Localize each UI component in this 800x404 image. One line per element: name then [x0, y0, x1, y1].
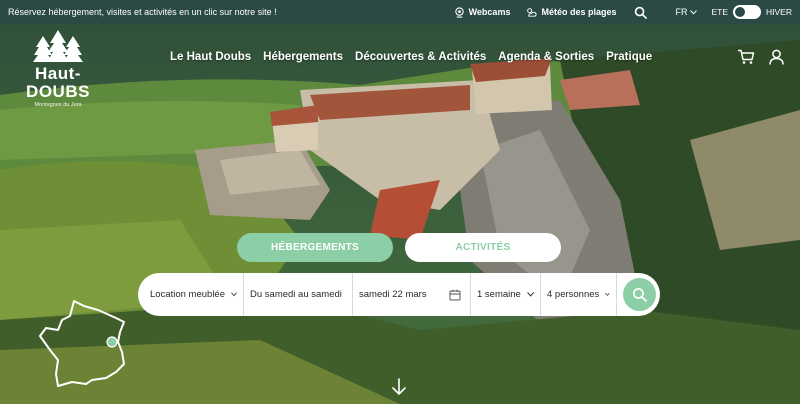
- tab-hebergements[interactable]: HÉBERGEMENTS: [237, 233, 393, 262]
- site-logo[interactable]: Haut-DOUBS Montagnes du Jura: [12, 30, 104, 108]
- period-value: Du samedi au samedi: [250, 289, 342, 300]
- logo-tagline: Montagnes du Jura: [34, 102, 82, 108]
- nav-item-hebergements[interactable]: Hébergements: [263, 51, 343, 63]
- logo-brand: Haut-DOUBS: [26, 64, 90, 101]
- guests-value: 4 personnes: [547, 289, 600, 300]
- nav-item-le-haut-doubs[interactable]: Le Haut Doubs: [170, 51, 251, 63]
- webcams-label: Webcams: [468, 7, 511, 17]
- accommodation-type-select[interactable]: Location meublée: [144, 273, 244, 316]
- season-summer-label: ETE: [711, 7, 729, 17]
- trees-logo-icon: [33, 30, 83, 62]
- weather-icon: [527, 7, 537, 17]
- language-select[interactable]: FR: [675, 7, 698, 17]
- chevron-down-icon: [526, 292, 534, 297]
- booking-search-bar: Location meublée Du samedi au samedi sam…: [138, 273, 660, 316]
- nav-item-decouvertes[interactable]: Découvertes & Activités: [355, 51, 486, 63]
- user-icon[interactable]: [769, 49, 784, 65]
- chevron-down-icon: [342, 291, 348, 298]
- france-map-icon: [39, 300, 125, 387]
- toggle-knob: [735, 7, 746, 17]
- search-icon: [632, 287, 647, 302]
- season-switch[interactable]: ETE HIVER: [711, 5, 792, 19]
- cart-icon[interactable]: [737, 49, 755, 65]
- duration-select[interactable]: 1 semaine: [471, 273, 541, 316]
- search-icon[interactable]: [634, 6, 648, 19]
- accommodation-type-value: Location meublée: [150, 289, 225, 300]
- nav-item-agenda[interactable]: Agenda & Sorties: [498, 51, 594, 63]
- guests-select[interactable]: 4 personnes: [541, 273, 617, 316]
- chevron-down-icon: [231, 292, 237, 297]
- search-submit-button[interactable]: [623, 278, 656, 311]
- nav-item-pratique[interactable]: Pratique: [606, 51, 652, 63]
- duration-value: 1 semaine: [477, 289, 521, 300]
- webcams-link[interactable]: Webcams: [454, 6, 511, 18]
- meteo-link[interactable]: Météo des plages: [526, 7, 616, 18]
- top-bar: Réservez hébergement, visites et activit…: [0, 0, 800, 24]
- header-icons: [737, 49, 784, 65]
- webcam-icon: [454, 6, 464, 18]
- arrow-down-icon[interactable]: [391, 378, 407, 396]
- tab-activites[interactable]: ACTIVITÉS: [405, 233, 561, 262]
- chevron-down-icon: [690, 9, 698, 15]
- period-select[interactable]: Du samedi au samedi: [244, 273, 353, 316]
- calendar-icon: [449, 289, 461, 300]
- language-label: FR: [675, 7, 688, 17]
- meteo-label: Météo des plages: [541, 7, 617, 17]
- season-winter-label: HIVER: [766, 7, 792, 17]
- chevron-down-icon: [605, 292, 610, 296]
- date-value: samedi 22 mars: [359, 289, 427, 300]
- main-nav: Le Haut Doubs Hébergements Découvertes &…: [170, 51, 652, 63]
- date-picker[interactable]: samedi 22 mars: [353, 273, 471, 316]
- promo-link[interactable]: Réservez hébergement, visites et activit…: [8, 7, 438, 17]
- season-toggle[interactable]: [733, 5, 762, 19]
